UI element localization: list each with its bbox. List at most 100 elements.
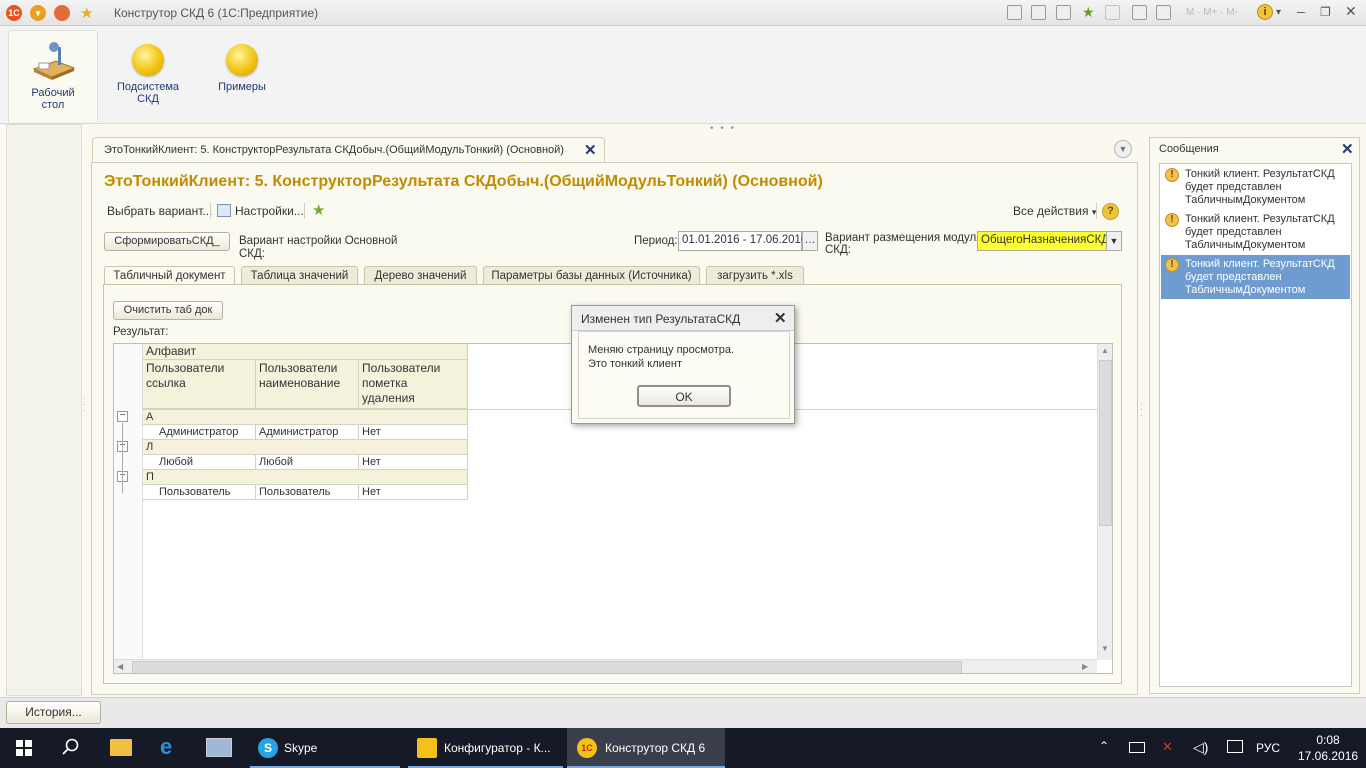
notifications-icon[interactable] [1227,740,1243,753]
chevron-down-icon[interactable]: ▼ [1106,231,1122,251]
network-offline-icon[interactable]: ✕ [1162,739,1173,755]
column-header-line: Пользователи [146,361,225,375]
file-explorer-icon[interactable] [110,739,132,756]
edge-icon[interactable]: e [160,734,172,760]
search-icon[interactable] [62,738,80,759]
group-header: Алфавит [143,344,468,360]
tab-value-table[interactable]: Таблица значений [241,266,358,285]
section-skd[interactable]: Подсистема СКД [103,30,193,122]
remote-desktop-icon[interactable] [206,738,232,757]
calendar-icon[interactable] [1156,5,1171,20]
history-button[interactable]: История... [6,701,101,724]
scroll-left-icon[interactable]: ◀ [117,662,123,671]
right-splitter-handle[interactable]: · · · [1140,399,1143,420]
taskbar-skd-constructor[interactable]: 1С Конструтор СКД 6 [567,728,725,768]
message-item[interactable]: ! Тонкий клиент. РезультатСКД будет пред… [1161,165,1350,209]
close-tab-icon[interactable]: ✕ [584,141,597,159]
chevron-down-icon[interactable]: ▼ [1114,140,1132,158]
column-header-line: Пользователи [362,361,441,375]
section-desktop[interactable]: Рабочий стол [8,30,98,122]
warning-icon: ! [1165,213,1179,227]
calculator-icon[interactable] [1132,5,1147,20]
placement-select[interactable]: ОбщегоНазначенияСКД [977,231,1109,251]
favorites-star-icon[interactable]: ★ [80,4,93,22]
restore-icon[interactable]: ❐ [1320,5,1331,19]
clock-time: 0:08 [1316,733,1340,747]
add-favorite-icon[interactable]: ★ [312,201,325,219]
table-cell: Пользователь [256,485,359,500]
group-row: Л [143,440,468,455]
main-menu-icon[interactable]: ▾ [30,5,46,21]
column-header-line: Пользователи [259,361,338,375]
add-favorite-icon[interactable]: ★ [1082,4,1095,21]
dialog-title: Изменен тип РезультатаСКД [581,312,741,326]
clock[interactable]: 0:08 17.06.2016 [1298,732,1358,764]
close-window-icon[interactable]: ✕ [1345,3,1357,20]
close-dialog-icon[interactable]: ✕ [774,309,787,327]
period-field[interactable]: 01.01.2016 - 17.06.2016 [678,231,807,251]
table-cell: Администратор [143,425,256,440]
history-icon[interactable] [1105,5,1120,20]
panel-resize-handle[interactable]: • • • [710,123,736,134]
chevron-up-icon[interactable]: ⌃ [1099,739,1109,753]
vertical-scrollbar[interactable]: ▲ ▼ [1097,344,1112,660]
language-indicator[interactable]: РУС [1256,741,1280,755]
dialog-header: Изменен тип РезультатаСКД ✕ [572,306,794,331]
settings-button[interactable]: Настройки... [235,204,304,218]
minimize-icon[interactable]: – [1297,3,1305,19]
horizontal-scrollbar[interactable]: ◀ ▶ [114,659,1097,673]
clear-sheet-button[interactable]: Очистить таб док [113,301,223,320]
form-tab[interactable]: ЭтоТонкийКлиент: 5. КонструкторРезультат… [92,137,605,163]
tab-db-params[interactable]: Параметры базы данных (Источника) [483,266,700,285]
scroll-up-icon[interactable]: ▲ [1101,346,1109,355]
tab-load-xls[interactable]: загрузить *.xls [706,266,804,285]
volume-icon[interactable]: ◁) [1193,739,1208,756]
left-panel [6,124,82,696]
scroll-down-icon[interactable]: ▼ [1101,644,1109,653]
divider [1096,203,1097,219]
desktop-icon [30,41,76,81]
collapse-group-icon[interactable]: − [117,411,128,422]
table-cell: Пользователь [143,485,256,500]
help-icon[interactable]: ? [1102,203,1119,220]
period-select-button[interactable]: … [802,231,818,251]
form-tab-label: ЭтоТонкийКлиент: 5. КонструкторРезультат… [104,144,564,156]
left-splitter-handle[interactable]: · · · [83,394,86,415]
ok-button[interactable]: OK [637,385,731,407]
taskbar-skype[interactable]: S Skype [250,728,400,768]
app-logo-icon[interactable]: 1С [6,5,22,21]
close-messages-icon[interactable]: ✕ [1341,140,1354,158]
table-cell: Нет [359,455,468,470]
dialog-line: Меняю страницу просмотра. [588,344,735,356]
window-title: Конструтор СКД 6 (1С:Предприятие) [114,6,319,20]
placement-label: Вариант размещения модуля СКД: [825,232,982,256]
message-item-selected[interactable]: ! Тонкий клиент. РезультатСКД будет пред… [1161,255,1350,299]
windows-start-icon[interactable] [16,740,32,759]
message-dialog: Изменен тип РезультатаСКД ✕ Меняю страни… [571,305,795,424]
generate-skd-button[interactable]: СформироватьСКД_ [104,232,230,251]
sections-panel: Рабочий стол Подсистема СКД Примеры [0,26,1366,124]
tab-value-tree[interactable]: Дерево значений [364,266,477,285]
info-icon[interactable]: i [1257,4,1273,20]
save-icon[interactable] [1007,5,1022,20]
variant-label-line2: СКД: [239,248,265,260]
search-icon[interactable] [1056,5,1071,20]
column-header-line: ссылка [146,376,186,390]
select-variant-button[interactable]: Выбрать вариант... [107,204,212,218]
taskbar-configurator[interactable]: Конфигуратор - К... [408,728,563,768]
battery-icon[interactable] [1129,742,1145,753]
close-circle-icon[interactable] [54,5,70,21]
all-actions-button[interactable]: Все действия ▾ [1013,204,1096,218]
form-title: ЭтоТонкийКлиент: 5. КонструкторРезультат… [104,173,823,190]
scroll-thumb[interactable] [1099,360,1112,526]
scroll-thumb[interactable] [132,661,962,673]
message-item[interactable]: ! Тонкий клиент. РезультатСКД будет пред… [1161,210,1350,254]
scroll-right-icon[interactable]: ▶ [1082,662,1088,671]
section-examples[interactable]: Примеры [197,30,287,122]
section-desktop-label2: стол [41,99,65,111]
status-strip [0,697,1366,728]
print-icon[interactable] [1031,5,1046,20]
info-dropdown-icon[interactable]: ▾ [1276,7,1281,18]
tab-spreadsheet[interactable]: Табличный документ [104,266,235,286]
placement-label-line2: СКД: [825,244,851,256]
